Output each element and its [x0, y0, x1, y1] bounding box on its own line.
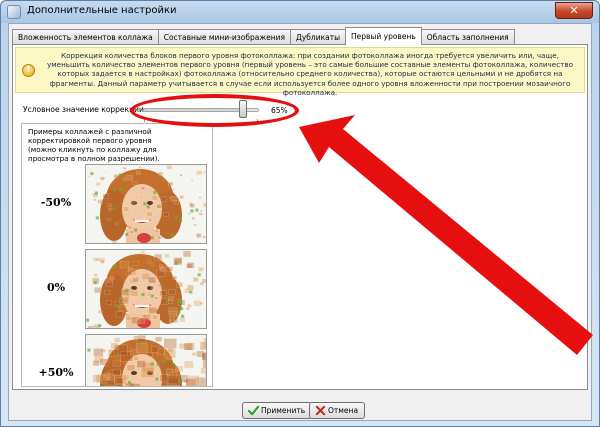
app-icon	[7, 5, 21, 19]
tab-strip: Вложенность элементов коллажа Составные …	[12, 27, 515, 45]
title-bar: Дополнительные настройки ✕	[1, 1, 599, 23]
apply-label: Применить	[261, 406, 306, 415]
apply-button[interactable]: Применить	[242, 402, 313, 419]
example-label: -50%	[40, 196, 72, 209]
dialog-client: Вложенность элементов коллажа Составные …	[8, 23, 593, 421]
tab-first-level[interactable]: Первый уровень	[345, 27, 422, 45]
check-icon	[248, 405, 259, 416]
x-icon	[315, 405, 326, 416]
example-label: +50%	[38, 366, 74, 379]
window-title: Дополнительные настройки	[27, 5, 177, 16]
tab-composite-thumbnails[interactable]: Составные мини-изображения	[157, 29, 291, 45]
cancel-label: Отмена	[328, 406, 359, 415]
example-label: 0%	[46, 281, 66, 294]
examples-panel: Примеры коллажей с различной корректиров…	[21, 123, 213, 387]
collage-thumbnail-minus50[interactable]	[85, 164, 207, 244]
collage-thumbnail-zero[interactable]	[85, 249, 207, 329]
settings-window: Дополнительные настройки ✕ Вложенность э…	[0, 0, 600, 427]
info-box: ! Коррекция количества блоков первого ур…	[15, 47, 585, 97]
collage-thumbnail-plus50[interactable]	[85, 334, 207, 386]
tab-panel: ! Коррекция количества блоков первого ур…	[12, 44, 593, 390]
tab-fill-area[interactable]: Область заполнения	[420, 29, 515, 45]
tab-duplicates[interactable]: Дубликаты	[290, 29, 347, 45]
highlight-oval	[130, 94, 299, 127]
tab-nesting[interactable]: Вложенность элементов коллажа	[12, 29, 159, 45]
info-text: Коррекция количества блоков первого уров…	[47, 51, 573, 97]
info-icon: !	[22, 64, 35, 77]
close-button[interactable]: ✕	[555, 2, 593, 19]
slider-label: Условное значение коррекции:	[23, 105, 147, 114]
close-icon: ✕	[569, 4, 579, 17]
examples-caption: Примеры коллажей с различной корректиров…	[28, 127, 160, 163]
cancel-button[interactable]: Отмена	[309, 402, 366, 419]
example-row-minus50: -50%	[22, 164, 212, 244]
example-row-plus50: +50%	[22, 334, 212, 386]
annotation-arrow-icon	[299, 115, 593, 355]
example-row-zero: 0%	[22, 249, 212, 329]
